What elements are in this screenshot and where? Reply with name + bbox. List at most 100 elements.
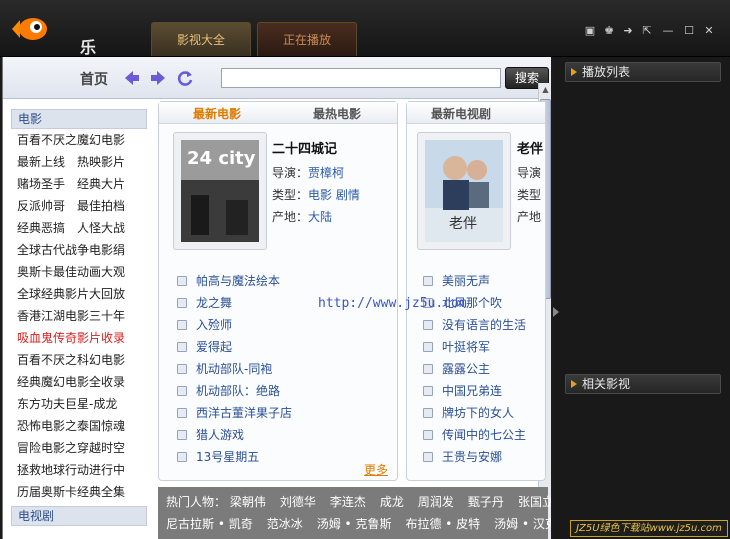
list-item[interactable]: 机动部队：绝路 (177, 380, 292, 402)
list-item[interactable]: 中国兄弟连 (423, 380, 526, 402)
director-value[interactable]: 贾樟柯 (308, 166, 344, 180)
category-header-tv[interactable]: 电视剧 (11, 506, 147, 526)
movie-poster[interactable]: 24 city (173, 132, 267, 250)
hot-person-link[interactable]: 汤姆 • 汉克 (494, 517, 551, 531)
tab-now-playing[interactable]: 正在播放 (257, 22, 357, 56)
menu-icon[interactable]: ▣ (583, 24, 597, 38)
minimize-icon[interactable]: — (661, 24, 675, 38)
hot-person-link[interactable]: 梁朝伟 (230, 495, 266, 509)
featured-movie-title[interactable]: 二十四城记 (272, 138, 337, 157)
category-item[interactable]: 全球经典影片大回放 (17, 283, 125, 305)
list-item-label: 美丽无声 (442, 274, 491, 288)
list-item[interactable]: 龙之舞 (177, 292, 292, 314)
bullet-icon (423, 386, 433, 396)
hot-person-link[interactable]: 范冰冰 (267, 517, 303, 531)
hot-person-link[interactable]: 刘德华 (280, 495, 316, 509)
search-input[interactable] (221, 68, 501, 88)
category-item[interactable]: 拯救地球行动进行中 (17, 459, 125, 481)
category-item[interactable]: 历届奥斯卡经典全集 (17, 481, 125, 503)
watermark-badge: JZ5U绿色下载站www.jz5u.com (570, 520, 728, 537)
maximize-icon[interactable]: ☐ (682, 24, 696, 38)
featured-movie-director: 导演：贾樟柯 (272, 164, 344, 181)
hot-person-link[interactable]: 尼古拉斯 • 凯奇 (166, 517, 253, 531)
list-item-label: 龙之舞 (196, 296, 233, 310)
restore-icon[interactable]: ⇱ (640, 24, 654, 38)
tab-library[interactable]: 影视大全 (151, 22, 251, 56)
category-item[interactable]: 最新上线 (17, 151, 65, 173)
list-item[interactable]: 牌坊下的女人 (423, 402, 526, 424)
hot-person-link[interactable]: 汤姆 • 克鲁斯 (317, 517, 392, 531)
category-item[interactable]: 经典恶搞 (17, 217, 65, 239)
category-item[interactable]: 东方功夫巨星-成龙 (17, 393, 117, 415)
category-item[interactable]: 百看不厌之魔幻电影 (17, 129, 125, 151)
category-item[interactable]: 最佳拍档 (77, 195, 125, 217)
list-item[interactable]: 爱得起 (177, 336, 292, 358)
hot-person-link[interactable]: 甄子丹 (468, 495, 504, 509)
related-header[interactable]: 相关影视 (565, 374, 721, 394)
playlist-header[interactable]: 播放列表 (565, 62, 721, 82)
hot-person-link[interactable]: 布拉德 • 皮特 (405, 517, 480, 531)
bullet-icon (423, 320, 433, 330)
tab-latest-movies[interactable]: 最新电影 (193, 105, 241, 122)
featured-movie-region: 产地：大陆 (272, 208, 332, 225)
category-item[interactable]: 百看不厌之科幻电影 (17, 349, 125, 371)
category-item[interactable]: 人怪大战 (77, 217, 125, 239)
category-row: 百看不厌之魔幻电影 (11, 129, 147, 151)
list-item-label: 猎人游戏 (196, 428, 245, 442)
category-item[interactable]: 冒险电影之穿越时空 (17, 437, 125, 459)
bullet-icon (177, 276, 187, 286)
featured-movie-type: 类型：电影 剧情 (272, 186, 360, 203)
list-item[interactable]: 传闻中的七公主 (423, 424, 526, 446)
category-item[interactable]: 赌场圣手 (17, 173, 65, 195)
list-item-label: 帕高与魔法绘本 (196, 274, 281, 288)
category-row: 吸血鬼传奇影片收录 (11, 327, 147, 349)
skin-icon[interactable]: ♚ (602, 24, 616, 38)
category-row: 赌场圣手 经典大片 (11, 173, 147, 195)
category-item[interactable]: 热映影片 (77, 151, 125, 173)
category-item[interactable]: 恐怖电影之泰国惊魂 (17, 415, 125, 437)
hot-person-link[interactable]: 周润发 (418, 495, 454, 509)
category-item[interactable]: 香港江湖电影三十年 (17, 305, 125, 327)
refresh-icon[interactable] (176, 69, 194, 87)
category-item[interactable]: 经典大片 (77, 173, 125, 195)
region-value[interactable]: 大陆 (308, 210, 332, 224)
list-item[interactable]: 露露公主 (423, 358, 526, 380)
list-item[interactable]: 机动部队-同袍 (177, 358, 292, 380)
list-item[interactable]: 帕高与魔法绘本 (177, 270, 292, 292)
scroll-up-icon[interactable]: ▲ (539, 83, 551, 97)
forward-arrow-icon[interactable] (149, 69, 167, 87)
category-item[interactable]: 经典魔幻电影全收录 (17, 371, 125, 393)
expand-arrow-icon (571, 380, 577, 388)
collapse-arrow-icon[interactable] (553, 307, 559, 317)
list-item[interactable]: 西洋古董洋果子店 (177, 402, 292, 424)
list-item[interactable]: 猎人游戏 (177, 424, 292, 446)
category-item[interactable]: 全球古代战争电影绢 (17, 239, 125, 261)
list-item[interactable]: 王贵与安娜 (423, 446, 526, 468)
list-item[interactable]: 叶挺将军 (423, 336, 526, 358)
mini-icon[interactable]: ➜ (621, 24, 635, 38)
category-row: 恐怖电影之泰国惊魂 (11, 415, 147, 437)
featured-tv-title[interactable]: 老伴 (517, 138, 543, 157)
category-item[interactable]: 奥斯卡最佳动画大观 (17, 261, 125, 283)
home-link[interactable]: 首页 (80, 69, 108, 89)
back-arrow-icon[interactable] (123, 69, 141, 87)
close-icon[interactable]: ✕ (702, 24, 716, 38)
tv-panel: 最新电视剧 老伴 老伴 导演 类型 产地 美丽无声 北风那个吹 没有语言的生活 叶挺将… (406, 101, 546, 481)
list-item[interactable]: 入殓师 (177, 314, 292, 336)
category-header-movies[interactable]: 电影 (11, 109, 147, 129)
category-item[interactable]: 反派帅哥 (17, 195, 65, 217)
tv-poster[interactable]: 老伴 (417, 132, 511, 250)
type-value[interactable]: 电影 剧情 (308, 188, 360, 202)
list-item[interactable]: 美丽无声 (423, 270, 526, 292)
related-label: 相关影视 (582, 377, 631, 391)
hot-person-link[interactable]: 成龙 (380, 495, 404, 509)
tab-latest-tv[interactable]: 最新电视剧 (431, 105, 491, 122)
list-item[interactable]: 13号星期五 (177, 446, 292, 468)
more-link[interactable]: 更多 (364, 461, 388, 478)
hot-person-link[interactable]: 张国立 (518, 495, 551, 509)
hot-person-link[interactable]: 李连杰 (330, 495, 366, 509)
list-item[interactable]: 没有语言的生活 (423, 314, 526, 336)
category-row: 冒险电影之穿越时空 (11, 437, 147, 459)
category-item[interactable]: 吸血鬼传奇影片收录 (17, 327, 125, 349)
tab-hottest-movies[interactable]: 最热电影 (313, 105, 361, 122)
